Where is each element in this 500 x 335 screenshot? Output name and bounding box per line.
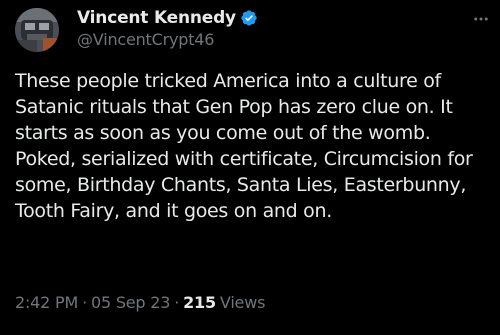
- meta-separator: ·: [174, 292, 180, 312]
- avatar-image: [15, 8, 59, 52]
- tweet-date[interactable]: 05 Sep 23: [91, 293, 170, 312]
- author-display-name[interactable]: Vincent Kennedy: [77, 8, 236, 28]
- meta-separator: ·: [82, 292, 87, 312]
- tweet-meta: 2:42 PM · 05 Sep 23 · 215 Views: [15, 290, 265, 314]
- verified-badge-icon: [240, 9, 258, 27]
- author-handle[interactable]: @VincentCrypt46: [77, 30, 214, 49]
- tweet-time[interactable]: 2:42 PM: [15, 293, 78, 312]
- tweet-text: These people tricked America into a cult…: [15, 70, 473, 222]
- avatar[interactable]: [15, 8, 59, 52]
- tweet: Vincent Kennedy @VincentCrypt46 These pe…: [0, 0, 500, 335]
- more-options-icon[interactable]: [470, 8, 492, 30]
- author-name-row: Vincent Kennedy: [77, 6, 258, 30]
- views-label: Views: [219, 292, 266, 312]
- views-count: 215: [183, 292, 216, 312]
